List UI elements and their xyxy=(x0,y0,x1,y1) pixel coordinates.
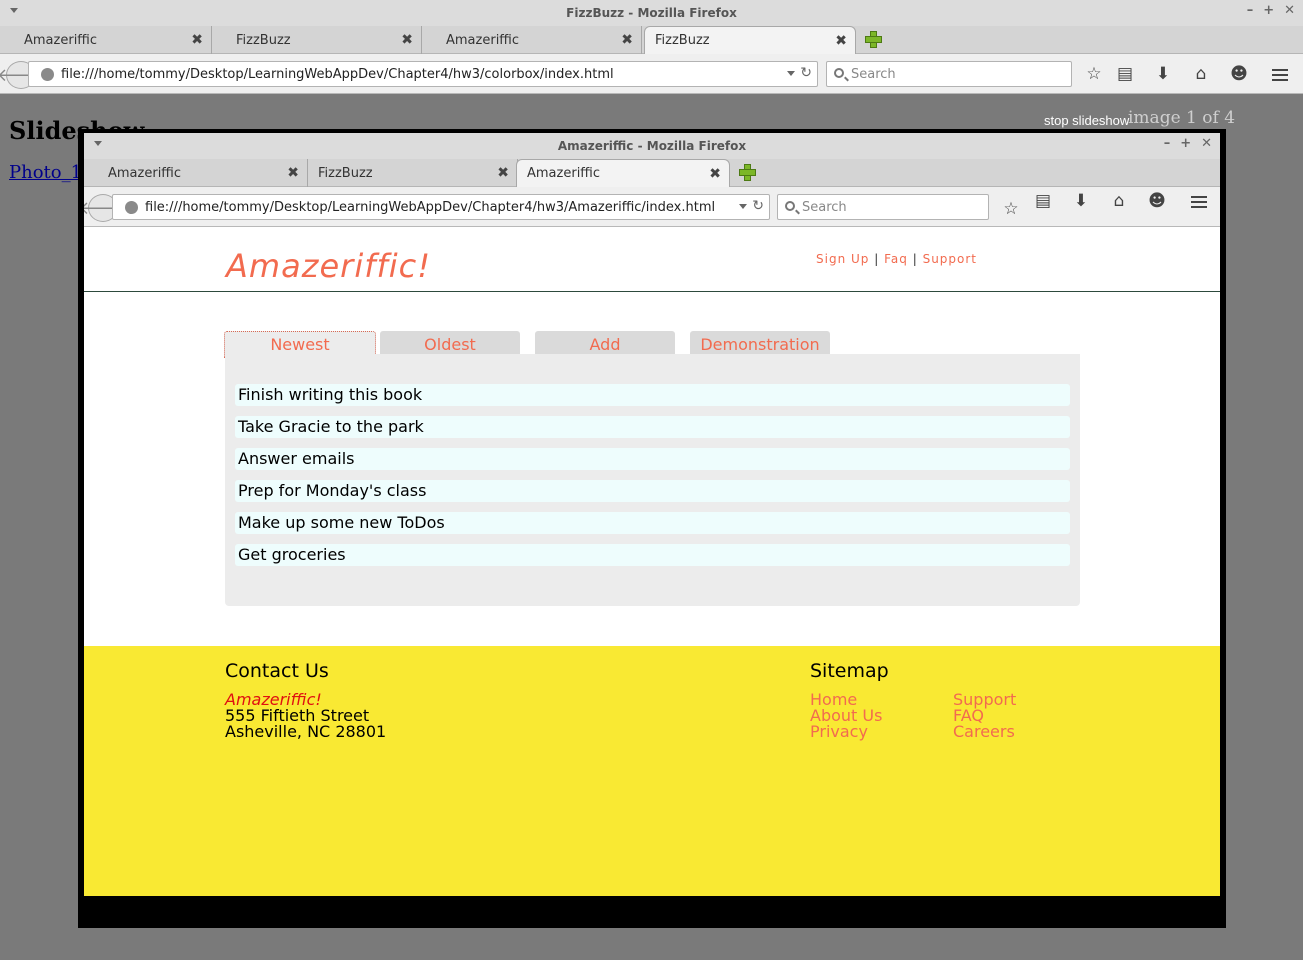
close-window-icon: ✕ xyxy=(1201,136,1212,151)
photo-link[interactable]: Photo_1 xyxy=(9,162,82,183)
tab-close-icon[interactable]: ✖ xyxy=(835,33,847,49)
menu-icon[interactable] xyxy=(1269,66,1291,86)
inner-titlebar: Amazeriffic - Mozilla Firefox – + ✕ xyxy=(84,133,1220,159)
slide-image: Amazeriffic - Mozilla Firefox – + ✕ Amaz… xyxy=(84,133,1220,896)
reload-icon[interactable]: ↻ xyxy=(800,65,812,81)
globe-icon xyxy=(125,201,138,214)
amazeriffic-logo: Amazeriffic! xyxy=(226,247,432,285)
window-controls: – + ✕ xyxy=(1247,3,1295,18)
tab-label: Amazeriffic xyxy=(527,166,601,181)
home-icon[interactable]: ⌂ xyxy=(1190,64,1212,84)
close-window-icon[interactable]: ✕ xyxy=(1284,3,1295,18)
bookmark-star-icon[interactable]: ☆ xyxy=(1083,64,1105,84)
contact-heading: Contact Us xyxy=(225,660,329,682)
download-icon[interactable]: ⬇ xyxy=(1152,64,1174,84)
inner-url-bar: file:///home/tommy/Desktop/LearningWebAp… xyxy=(112,194,770,220)
outer-tab-3[interactable]: Amazeriffic ✖ xyxy=(422,26,642,54)
tab-label: FizzBuzz xyxy=(655,33,710,48)
url-dropdown-icon[interactable] xyxy=(787,71,795,76)
bookmark-star-icon: ☆ xyxy=(1003,199,1019,219)
faq-link: Faq xyxy=(884,252,908,266)
inner-tab-1: Amazeriffic ✖ xyxy=(84,159,308,187)
tab-label: Amazeriffic xyxy=(108,165,182,181)
sitemap-careers-link: Careers xyxy=(953,722,1015,741)
tab-label: Amazeriffic xyxy=(24,32,98,48)
download-icon: ⬇ xyxy=(1073,191,1089,211)
reading-list-icon[interactable]: ▤ xyxy=(1114,64,1136,84)
outer-window-title: FizzBuzz - Mozilla Firefox xyxy=(566,6,737,20)
outer-titlebar: FizzBuzz - Mozilla Firefox – + ✕ xyxy=(0,0,1303,26)
tab-label: FizzBuzz xyxy=(236,32,291,48)
signup-link: Sign Up xyxy=(816,252,870,266)
inner-url-text: file:///home/tommy/Desktop/LearningWebAp… xyxy=(145,199,716,215)
image-counter: image 1 of 4 xyxy=(1128,108,1236,128)
outer-tab-4-active[interactable]: FizzBuzz ✖ xyxy=(644,26,856,54)
home-icon: ⌂ xyxy=(1113,191,1125,211)
new-tab-plus-icon[interactable] xyxy=(864,30,882,48)
chat-icon[interactable]: ☻ xyxy=(1228,64,1250,84)
address-city: Asheville, NC 28801 xyxy=(225,722,387,741)
nav-separator: | xyxy=(874,252,880,266)
chat-icon: ☻ xyxy=(1148,191,1166,211)
globe-icon xyxy=(41,68,54,81)
maximize-icon: + xyxy=(1180,136,1192,151)
nav-separator: | xyxy=(912,252,918,266)
window-controls: – + ✕ xyxy=(1164,136,1212,151)
outer-url-bar[interactable]: file:///home/tommy/Desktop/LearningWebAp… xyxy=(28,61,818,87)
tab-close-icon[interactable]: ✖ xyxy=(621,32,633,48)
minimize-icon[interactable]: – xyxy=(1247,3,1254,18)
outer-search-input[interactable]: Search xyxy=(826,61,1072,87)
reload-icon: ↻ xyxy=(752,198,764,214)
tab-close-icon[interactable]: ✖ xyxy=(401,32,413,48)
amazeriffic-footer: Contact Us Amazeriffic! 555 Fiftieth Str… xyxy=(84,646,1220,896)
new-tab-plus-icon xyxy=(738,163,756,181)
support-link: Support xyxy=(922,252,978,266)
search-icon xyxy=(834,68,844,78)
sitemap-heading: Sitemap xyxy=(810,660,889,682)
outer-url-text: file:///home/tommy/Desktop/LearningWebAp… xyxy=(61,66,614,82)
inner-tab-3-active: Amazeriffic ✖ xyxy=(516,159,730,187)
todo-item: Get groceries xyxy=(235,544,1070,566)
reading-list-icon: ▤ xyxy=(1034,191,1052,211)
inner-navbar: 🡐 file:///home/tommy/Desktop/LearningWeb… xyxy=(84,187,1220,227)
inner-tabstrip: Amazeriffic ✖ FizzBuzz ✖ Amazeriffic ✖ xyxy=(84,159,1220,187)
header-nav: Sign Up | Faq | Support xyxy=(816,252,977,266)
menu-icon xyxy=(1188,193,1210,213)
tab-close-icon: ✖ xyxy=(497,165,509,181)
tab-label: Amazeriffic xyxy=(446,32,520,48)
window-menu-icon[interactable] xyxy=(10,8,18,13)
header-divider xyxy=(1024,291,1220,292)
search-icon xyxy=(785,201,795,211)
stop-slideshow-button[interactable]: stop slideshow xyxy=(1044,113,1129,128)
sitemap-privacy-link: Privacy xyxy=(810,722,868,741)
todo-item: Take Gracie to the park xyxy=(235,416,1070,438)
window-menu-icon xyxy=(94,141,102,146)
search-placeholder: Search xyxy=(851,66,896,82)
todo-panel: Finish writing this book Take Gracie to … xyxy=(225,354,1080,606)
tab-close-icon: ✖ xyxy=(709,166,721,182)
inner-window-title: Amazeriffic - Mozilla Firefox xyxy=(557,139,747,153)
inner-search-input: Search xyxy=(777,194,989,220)
outer-tab-2[interactable]: FizzBuzz ✖ xyxy=(212,26,422,54)
maximize-icon[interactable]: + xyxy=(1263,3,1274,18)
colorbox-lightbox: Amazeriffic - Mozilla Firefox – + ✕ Amaz… xyxy=(78,129,1226,928)
search-placeholder: Search xyxy=(802,199,847,215)
minimize-icon: – xyxy=(1163,136,1171,151)
todo-item: Finish writing this book xyxy=(235,384,1070,406)
outer-navbar: 🡐 file:///home/tommy/Desktop/LearningWeb… xyxy=(0,54,1303,94)
tab-close-icon[interactable]: ✖ xyxy=(191,32,203,48)
inner-tab-2: FizzBuzz ✖ xyxy=(308,159,518,187)
todo-item: Answer emails xyxy=(235,448,1070,470)
outer-tab-1[interactable]: Amazeriffic ✖ xyxy=(0,26,212,54)
todo-item: Make up some new ToDos xyxy=(235,512,1070,534)
tab-close-icon: ✖ xyxy=(287,165,299,181)
todo-item: Prep for Monday's class xyxy=(235,480,1070,502)
url-dropdown-icon xyxy=(739,204,747,209)
tab-label: FizzBuzz xyxy=(318,165,373,181)
outer-tabstrip: Amazeriffic ✖ FizzBuzz ✖ Amazeriffic ✖ F… xyxy=(0,26,1303,54)
